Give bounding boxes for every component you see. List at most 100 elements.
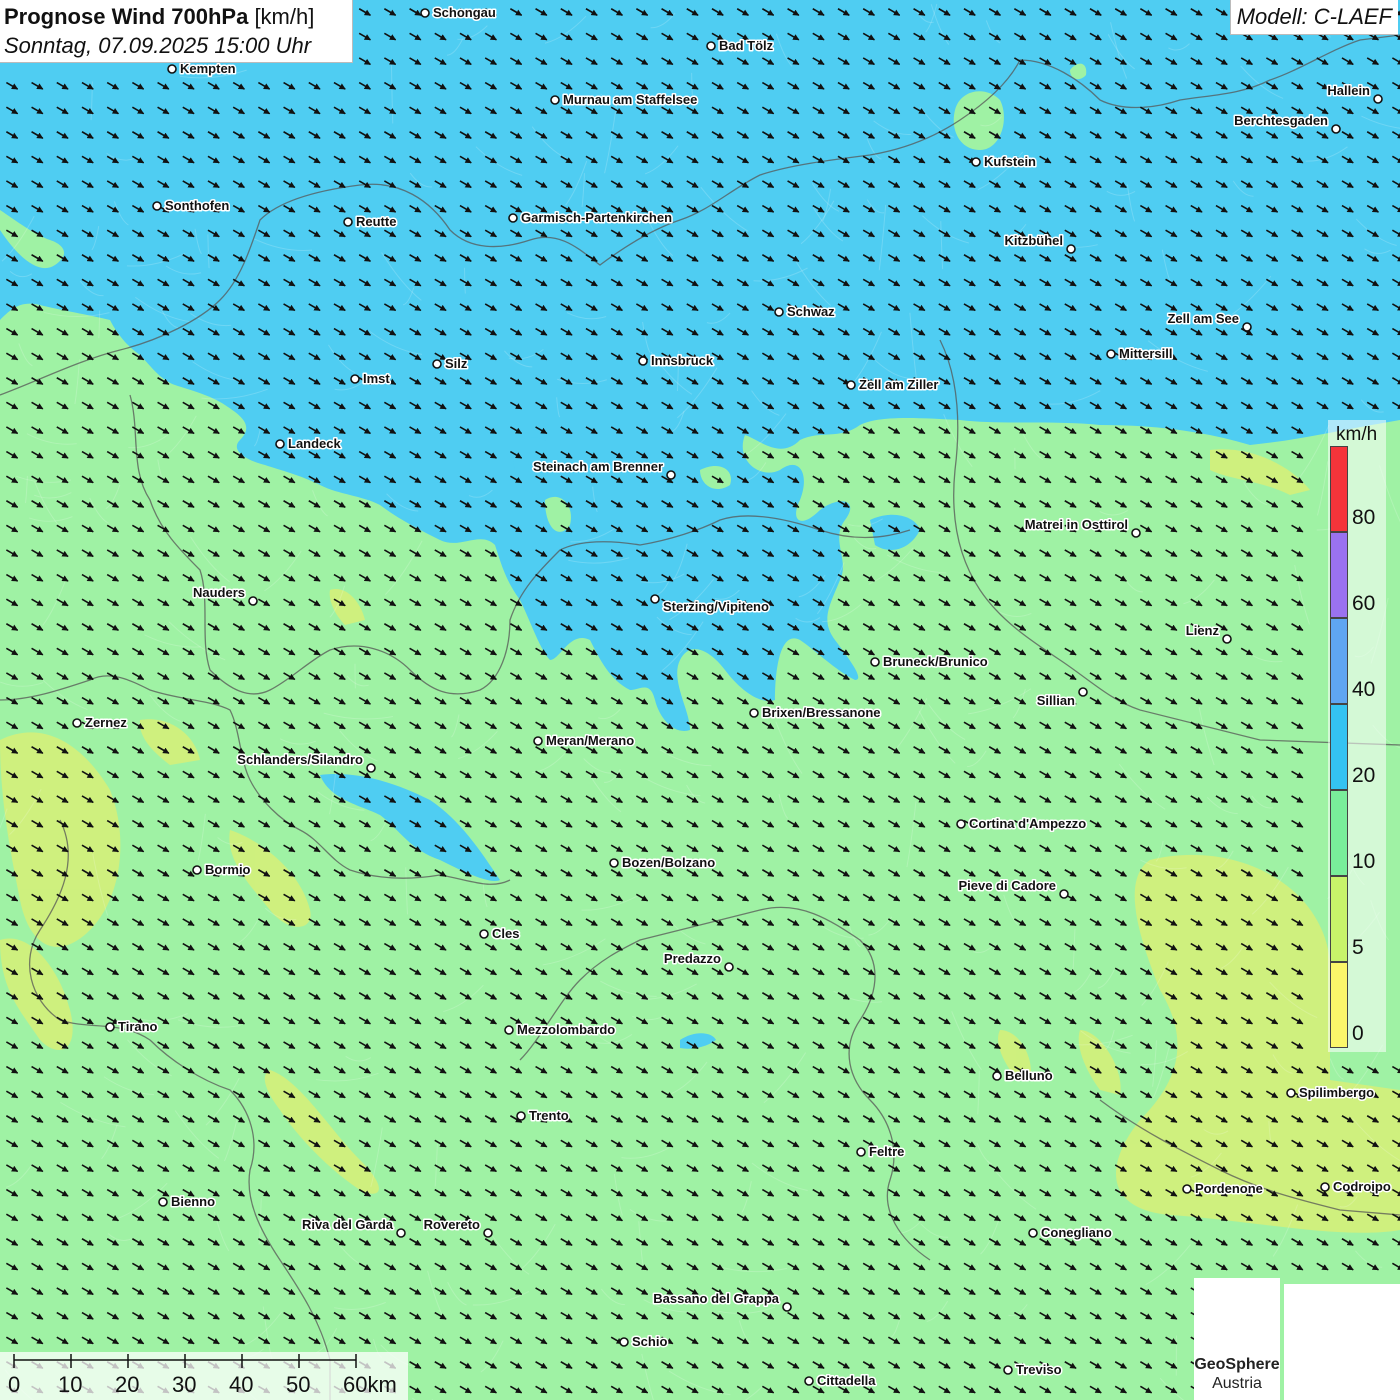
city-label: Tirano	[118, 1019, 158, 1034]
city-dot-icon	[956, 819, 966, 829]
legend-tick-label: 20	[1352, 764, 1376, 787]
city-dot-icon	[1182, 1184, 1192, 1194]
scale-label: 10	[58, 1372, 83, 1397]
scale-label: 30	[172, 1372, 197, 1397]
city-marker: Garmisch-Partenkirchen	[508, 209, 674, 227]
city-dot-icon	[1286, 1088, 1296, 1098]
app-logo	[1284, 1284, 1400, 1400]
city-marker: Murnau am Staffelsee	[550, 91, 699, 109]
legend-tick-label: 10	[1352, 850, 1376, 873]
map-title: Prognose Wind 700hPa [km/h]	[4, 4, 315, 29]
city-label: Hallein	[1327, 83, 1370, 98]
city-dot-icon	[971, 157, 981, 167]
city-dot-icon	[782, 1302, 792, 1312]
city-dot-icon	[550, 95, 560, 105]
city-dot-icon	[192, 865, 202, 875]
city-dot-icon	[275, 439, 285, 449]
city-dot-icon	[396, 1228, 406, 1238]
city-label: Belluno	[1005, 1068, 1053, 1083]
city-dot-icon	[105, 1022, 115, 1032]
city-dot-icon	[1320, 1182, 1330, 1192]
city-dot-icon	[533, 736, 543, 746]
city-label: Schwaz	[787, 304, 835, 319]
city-dot-icon	[846, 380, 856, 390]
city-dot-icon	[1059, 889, 1069, 899]
city-label: Zernez	[85, 715, 127, 730]
city-label: Berchtesgaden	[1234, 113, 1328, 128]
city-marker: Bozen/Bolzano	[609, 854, 717, 872]
city-label: Landeck	[288, 436, 342, 451]
scale-label: 40	[229, 1372, 254, 1397]
legend-tick-label: 5	[1352, 936, 1364, 959]
legend-swatch	[1330, 446, 1348, 532]
city-dot-icon	[479, 929, 489, 939]
city-dot-icon	[1242, 322, 1252, 332]
city-marker: Spilimbergo	[1286, 1084, 1376, 1102]
legend-swatch	[1330, 704, 1348, 790]
city-label: Treviso	[1016, 1362, 1062, 1377]
city-label: Predazzo	[664, 951, 721, 966]
city-label: Steinach am Brenner	[533, 459, 663, 474]
city-label: Kitzbühel	[1005, 233, 1064, 248]
city-dot-icon	[1131, 528, 1141, 538]
city-label: Nauders	[193, 585, 245, 600]
color-legend: km/h 80 60 40 20 10 5 0	[1328, 420, 1386, 1052]
city-marker: Meran/Merano	[533, 732, 636, 750]
city-dot-icon	[1003, 1365, 1013, 1375]
city-dot-icon	[870, 657, 880, 667]
city-marker: Mezzolombardo	[504, 1021, 617, 1039]
city-marker: Zell am Ziller	[846, 376, 940, 394]
city-dot-icon	[167, 64, 177, 74]
city-marker: Innsbruck	[638, 352, 715, 370]
legend-tick-label: 80	[1352, 506, 1376, 529]
forecast-datetime: Sonntag, 07.09.2025 15:00 Uhr	[4, 33, 312, 58]
wind-map: Schongau Bad Tölz Kempten Murnau am Staffel…	[0, 0, 1400, 1400]
city-marker: Brixen/Bressanone	[749, 704, 882, 722]
city-label: Bad Tölz	[719, 38, 774, 53]
city-dot-icon	[724, 962, 734, 972]
city-dot-icon	[992, 1071, 1002, 1081]
scale-label: 50	[286, 1372, 311, 1397]
city-dot-icon	[1028, 1228, 1038, 1238]
city-dot-icon	[72, 718, 82, 728]
city-dot-icon	[1066, 244, 1076, 254]
city-marker: Cortina d'Ampezzo	[956, 815, 1088, 833]
city-dot-icon	[158, 1197, 168, 1207]
city-dot-icon	[650, 594, 660, 604]
city-label: Rovereto	[424, 1217, 480, 1232]
legend-tick-label: 40	[1352, 678, 1376, 701]
city-label: Zell am See	[1167, 311, 1239, 326]
city-label: Bormio	[205, 862, 251, 877]
city-label: Bozen/Bolzano	[622, 855, 715, 870]
legend-swatch	[1330, 618, 1348, 704]
city-dot-icon	[1106, 349, 1116, 359]
city-dot-icon	[666, 470, 676, 480]
city-label: Sillian	[1037, 693, 1075, 708]
city-label: Spilimbergo	[1299, 1085, 1374, 1100]
legend-color-bar	[1330, 446, 1348, 1048]
city-label: Murnau am Staffelsee	[563, 92, 697, 107]
city-dot-icon	[483, 1228, 493, 1238]
city-dot-icon	[432, 359, 442, 369]
legend-tick-label: 0	[1352, 1022, 1364, 1045]
scale-label: 20	[115, 1372, 140, 1397]
city-label: Zell am Ziller	[859, 377, 938, 392]
city-label: Imst	[363, 371, 390, 386]
city-label: Schlanders/Silandro	[237, 752, 363, 767]
city-dot-icon	[508, 213, 518, 223]
model-label-box: Modell: C-LAEF	[1229, 0, 1398, 35]
city-label: Bruneck/Brunico	[883, 654, 988, 669]
geosphere-logo: GeoSphere Austria	[1194, 1278, 1280, 1400]
title-box: Prognose Wind 700hPa [km/h] Sonntag, 07.…	[0, 0, 353, 63]
city-label: Cles	[492, 926, 519, 941]
city-label: Sonthofen	[165, 198, 229, 213]
city-dot-icon	[516, 1111, 526, 1121]
city-dot-icon	[152, 201, 162, 211]
city-label: Schongau	[433, 5, 496, 20]
city-label: Innsbruck	[651, 353, 714, 368]
city-label: Cittadella	[817, 1373, 876, 1388]
city-label: Reutte	[356, 214, 396, 229]
city-label: Lienz	[1186, 623, 1220, 638]
city-label: Pordenone	[1195, 1181, 1263, 1196]
city-dot-icon	[619, 1337, 629, 1347]
